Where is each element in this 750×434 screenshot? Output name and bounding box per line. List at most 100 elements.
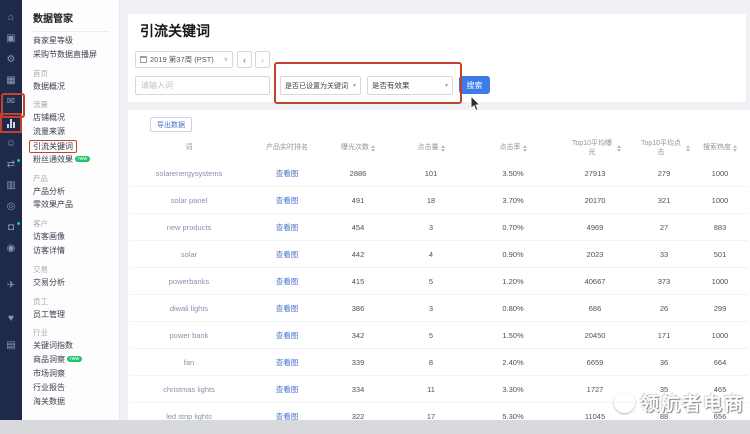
search-button[interactable]: 搜索 [459, 76, 490, 94]
sidebar-item[interactable]: 商品洞察new [22, 353, 119, 367]
notification-dot [17, 159, 20, 162]
analytics-chart-icon[interactable] [4, 117, 18, 129]
send-icon[interactable]: ✈ [4, 280, 18, 292]
column-header-label: 点击量 [418, 144, 439, 152]
top10-impressions-cell: 20170 [554, 196, 636, 205]
impressions-cell: 2886 [326, 169, 390, 178]
view-rank-link[interactable]: 查看图 [248, 222, 326, 233]
next-week-button[interactable]: › [255, 51, 270, 68]
watermark-logo-icon [614, 392, 635, 413]
sidebar-item-active[interactable]: 引流关键词 [22, 139, 119, 153]
home-icon[interactable]: ⌂ [4, 12, 18, 24]
sidebar-item-label: 数据概况 [33, 80, 65, 94]
shopping-bag-icon[interactable]: ◘ [4, 222, 18, 234]
view-rank-link[interactable]: 查看图 [248, 249, 326, 260]
export-data-button[interactable]: 导出数据 [150, 117, 192, 132]
impressions-cell: 415 [326, 277, 390, 286]
column-header: 词 [130, 144, 248, 152]
user-icon[interactable]: ☺ [4, 138, 18, 150]
sidebar-item[interactable]: 采购节数据直播屏 [22, 48, 119, 62]
sort-icon[interactable] [441, 145, 445, 152]
sidebar-item[interactable]: 产品分析 [22, 185, 119, 199]
message-icon[interactable]: ✉ [4, 96, 18, 108]
sidebar-item[interactable]: 零效果产品 [22, 198, 119, 212]
prev-week-button[interactable]: ‹ [237, 51, 252, 68]
sidebar-item-label: 访客详情 [33, 244, 65, 258]
sidebar-item[interactable]: 访客画像 [22, 230, 119, 244]
impressions-cell: 342 [326, 331, 390, 340]
has-effect-select[interactable]: 是否有效果 ▾ [367, 76, 453, 95]
top10-clicks-cell: 373 [636, 277, 692, 286]
camera-icon[interactable]: ◉ [4, 243, 18, 255]
column-header[interactable]: 点击率 [472, 144, 554, 152]
ctr-cell: 0.90% [472, 250, 554, 259]
sidebar-item[interactable]: 流量来源 [22, 125, 119, 139]
search-heat-cell: 1000 [692, 169, 748, 178]
sidebar-item[interactable]: 海关数据 [22, 395, 119, 409]
top10-clicks-cell: 279 [636, 169, 692, 178]
column-header[interactable]: 曝光次数 [326, 144, 390, 152]
table-row: power bank查看图34251.50%204501711000 [130, 322, 748, 349]
view-rank-link[interactable]: 查看图 [248, 411, 326, 421]
sort-icon[interactable] [733, 145, 737, 152]
globe-icon[interactable]: ◎ [4, 201, 18, 213]
top10-impressions-cell: 40667 [554, 277, 636, 286]
sidebar-item-label: 员工管理 [33, 308, 65, 322]
select-caret-icon: ▾ [353, 82, 356, 89]
column-header[interactable]: Top10平均曝光 [554, 140, 636, 157]
sidebar-item-label: 产品分析 [33, 185, 65, 199]
sort-icon[interactable] [371, 145, 375, 152]
sidebar-item[interactable]: 员工管理 [22, 308, 119, 322]
favorite-icon[interactable]: ♥ [4, 313, 18, 325]
sort-icon[interactable] [686, 145, 690, 152]
sidebar-item[interactable]: 商家星等级 [22, 34, 119, 48]
sidebar-item[interactable]: 市场洞察 [22, 367, 119, 381]
transfer-icon[interactable]: ⇄ [4, 159, 18, 171]
table-row: powerbanks查看图41551.20%406673731000 [130, 268, 748, 295]
ctr-cell: 3.70% [472, 196, 554, 205]
watermark: 领航者电商 [614, 389, 745, 416]
view-rank-link[interactable]: 查看图 [248, 330, 326, 341]
sort-icon[interactable] [523, 145, 527, 152]
briefcase-icon[interactable]: ▤ [4, 340, 18, 352]
view-rank-link[interactable]: 查看图 [248, 303, 326, 314]
settings-icon[interactable]: ⚙ [4, 54, 18, 66]
clicks-cell: 17 [390, 412, 472, 421]
view-rank-link[interactable]: 查看图 [248, 195, 326, 206]
sidebar-item[interactable]: 行业报告 [22, 381, 119, 395]
sidebar-item[interactable]: 店铺概况 [22, 111, 119, 125]
top10-clicks-cell: 26 [636, 304, 692, 313]
keyword-search-input[interactable] [135, 76, 270, 95]
week-picker[interactable]: 2019 第37周 (PST) ∨ [135, 51, 233, 68]
sort-icon[interactable] [617, 145, 621, 152]
sidebar-item-label: 关键词指数 [33, 339, 73, 353]
sidebar-item[interactable]: 粉丝通效果new [22, 153, 119, 167]
sidebar-section-label: 行业 [22, 321, 119, 339]
ctr-cell: 1.20% [472, 277, 554, 286]
search-heat-cell: 883 [692, 223, 748, 232]
view-rank-link[interactable]: 查看图 [248, 384, 326, 395]
column-header: 产品实时排名 [248, 144, 326, 152]
chevron-down-icon: ∨ [224, 56, 228, 63]
package-icon[interactable]: ▣ [4, 33, 18, 45]
building-icon[interactable]: ▥ [4, 180, 18, 192]
sidebar-item[interactable]: 关键词指数 [22, 339, 119, 353]
apps-grid-icon[interactable]: ▦ [4, 75, 18, 87]
ctr-cell: 2.40% [472, 358, 554, 367]
keyword-cell: solar [130, 250, 248, 259]
sidebar-item[interactable]: 数据概况 [22, 80, 119, 94]
set-as-keyword-select[interactable]: 是否已设置为关键词 ▾ [280, 76, 361, 95]
search-heat-cell: 1000 [692, 196, 748, 205]
view-rank-link[interactable]: 查看图 [248, 168, 326, 179]
clicks-cell: 5 [390, 277, 472, 286]
column-header[interactable]: Top10平均点击 [636, 140, 692, 157]
notification-dot [17, 222, 20, 225]
view-rank-link[interactable]: 查看图 [248, 276, 326, 287]
sidebar-item[interactable]: 访客详情 [22, 244, 119, 258]
week-picker-value: 2019 第37周 (PST) [150, 54, 221, 65]
sidebar-item[interactable]: 交易分析 [22, 276, 119, 290]
column-header[interactable]: 点击量 [390, 144, 472, 152]
column-header[interactable]: 搜索热度 [692, 144, 748, 152]
table-row: solarenergysystems查看图28861013.50%2791327… [130, 160, 748, 187]
view-rank-link[interactable]: 查看图 [248, 357, 326, 368]
